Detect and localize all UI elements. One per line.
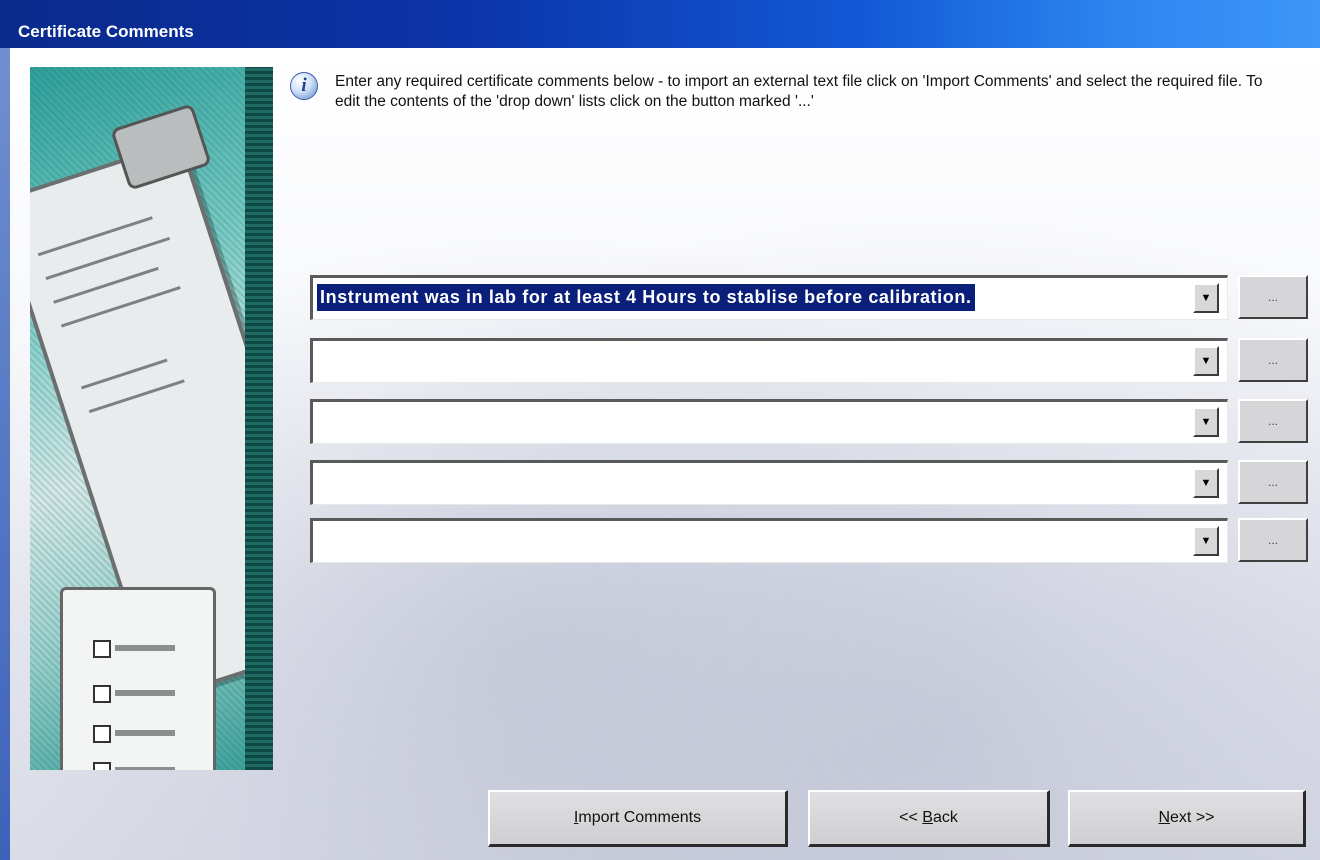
checklist-text-line xyxy=(115,645,175,651)
clipboard-illustration xyxy=(30,67,273,770)
checklist-card xyxy=(60,587,216,770)
chevron-down-icon[interactable]: ▼ xyxy=(1193,526,1219,556)
comment-combo-4-value[interactable] xyxy=(317,469,323,496)
comment-combo-1[interactable]: Instrument was in lab for at least 4 Hou… xyxy=(310,275,1228,320)
clipboard-line xyxy=(88,379,185,414)
checkbox-graphic xyxy=(93,725,111,743)
comment-combo-2[interactable]: ▼ xyxy=(310,338,1228,383)
title-bar: Certificate Comments xyxy=(0,0,1320,48)
comment-combo-5[interactable]: ▼ xyxy=(310,518,1228,563)
checkbox-graphic xyxy=(93,685,111,703)
next-label: ext >> xyxy=(1170,809,1215,826)
comment-combo-3[interactable]: ▼ xyxy=(310,399,1228,444)
back-prefix: << xyxy=(899,809,923,826)
checklist-text-line xyxy=(115,767,175,770)
comment-row-4: ▼ xyxy=(310,460,1230,507)
illustration-edge-strip xyxy=(245,67,273,770)
checkbox-graphic xyxy=(93,640,111,658)
edit-list-button-4[interactable]: ... xyxy=(1238,460,1308,504)
comment-row-1: Instrument was in lab for at least 4 Hou… xyxy=(310,275,1230,322)
comment-row-5: ▼ xyxy=(310,518,1230,565)
import-label: mport Comments xyxy=(578,809,702,826)
chevron-down-icon[interactable]: ▼ xyxy=(1193,346,1219,376)
chevron-down-icon[interactable]: ▼ xyxy=(1193,283,1219,313)
edit-list-button-5[interactable]: ... xyxy=(1238,518,1308,562)
clipboard-line xyxy=(45,236,171,280)
comment-row-2: ▼ xyxy=(310,338,1230,385)
edit-list-button-1[interactable]: ... xyxy=(1238,275,1308,319)
comment-combo-5-value[interactable] xyxy=(317,527,323,554)
back-label: ack xyxy=(932,809,958,826)
checklist-text-line xyxy=(115,730,175,736)
next-mnemonic: N xyxy=(1158,809,1171,826)
clipboard-line xyxy=(81,358,168,390)
import-comments-button[interactable]: Import Comments xyxy=(488,790,788,847)
info-icon: i xyxy=(290,72,318,100)
back-button[interactable]: << Back xyxy=(808,790,1050,847)
comment-row-3: ▼ xyxy=(310,399,1230,446)
chevron-down-icon[interactable]: ▼ xyxy=(1193,407,1219,437)
checkbox-graphic xyxy=(93,762,111,770)
comment-combo-4[interactable]: ▼ xyxy=(310,460,1228,505)
chevron-down-icon[interactable]: ▼ xyxy=(1193,468,1219,498)
comment-combo-1-value[interactable]: Instrument was in lab for at least 4 Hou… xyxy=(316,283,976,312)
clipboard-clip xyxy=(110,103,212,191)
window-title: Certificate Comments xyxy=(18,22,194,41)
instructions-text: Enter any required certificate comments … xyxy=(335,73,1263,110)
window-left-edge xyxy=(0,48,10,860)
back-mnemonic: B xyxy=(922,809,933,826)
next-button[interactable]: Next >> xyxy=(1068,790,1306,847)
edit-list-button-3[interactable]: ... xyxy=(1238,399,1308,443)
checklist-text-line xyxy=(115,690,175,696)
edit-list-button-2[interactable]: ... xyxy=(1238,338,1308,382)
comment-combo-2-value[interactable] xyxy=(317,347,323,374)
comment-combo-3-value[interactable] xyxy=(317,408,323,435)
